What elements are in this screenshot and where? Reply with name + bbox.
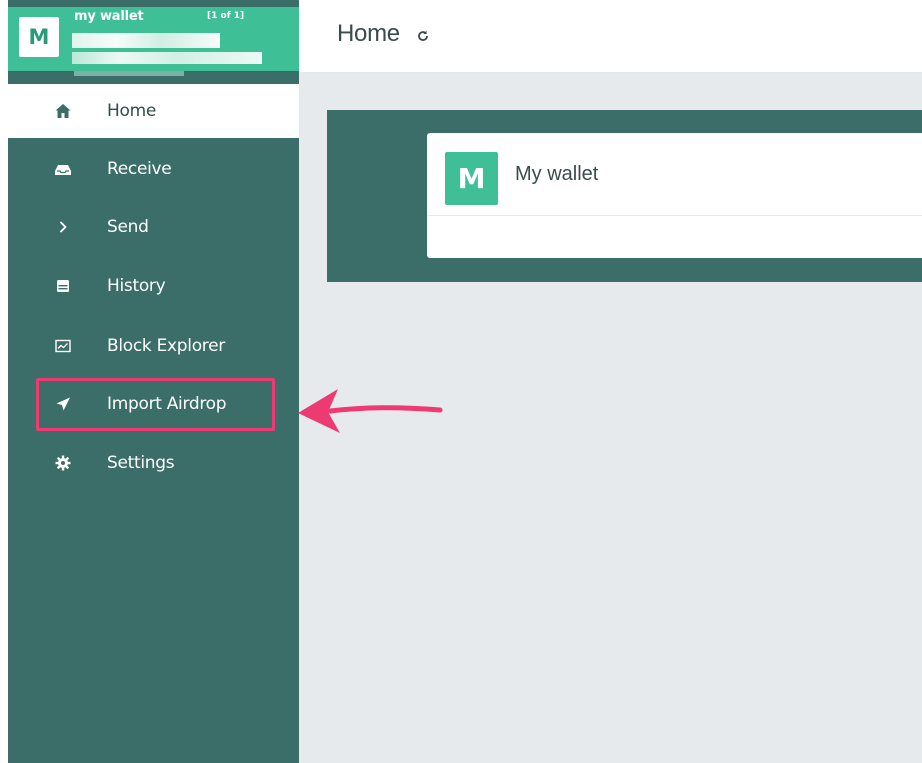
chevron-right-icon — [60, 221, 67, 233]
page-title: Home — [337, 20, 400, 47]
wallet-address-blurred — [72, 33, 220, 48]
wallet-band: M My wallet — [327, 110, 922, 282]
inbox-icon — [55, 165, 71, 175]
sidebar-item-history[interactable]: History — [8, 259, 299, 313]
wallet-card-divider — [427, 215, 922, 216]
refresh-icon[interactable] — [417, 30, 429, 42]
top-bar: Home — [299, 0, 922, 73]
home-icon — [55, 104, 71, 118]
sidebar-item-label: Block Explorer — [107, 336, 225, 356]
sidebar-item-receive[interactable]: Receive — [8, 142, 299, 196]
sidebar-item-label: Send — [107, 217, 149, 237]
wallet-card-name: My wallet — [515, 163, 599, 185]
sidebar-item-label: History — [107, 276, 166, 296]
sidebar-item-label: Receive — [107, 159, 172, 179]
wallet-balance-blurred — [72, 52, 262, 64]
wallet-name: my wallet — [74, 9, 144, 24]
wallet-card[interactable]: M My wallet — [427, 133, 922, 258]
wallet-count: [1 of 1] — [207, 11, 245, 21]
sidebar-item-send[interactable]: Send — [8, 200, 299, 254]
history-icon — [57, 280, 69, 292]
chart-icon — [55, 339, 71, 353]
app-window: M my wallet [1 of 1] Home Receive Send H… — [0, 0, 922, 763]
wallet-card-avatar: M — [445, 152, 498, 205]
highlight-box — [36, 378, 275, 431]
sidebar-item-block-explorer[interactable]: Block Explorer — [8, 319, 299, 373]
pointer-arrow-icon — [298, 389, 443, 433]
gear-icon — [55, 455, 71, 471]
sidebar-item-label: Home — [107, 101, 157, 121]
sidebar-item-home[interactable]: Home — [8, 84, 299, 138]
sidebar-item-label: Settings — [107, 453, 175, 473]
wallet-selector[interactable]: M my wallet [1 of 1] — [8, 7, 299, 76]
wallet-avatar: M — [19, 17, 59, 57]
sidebar-item-settings[interactable]: Settings — [8, 436, 299, 490]
wallet-subtext-blurred — [74, 71, 184, 76]
